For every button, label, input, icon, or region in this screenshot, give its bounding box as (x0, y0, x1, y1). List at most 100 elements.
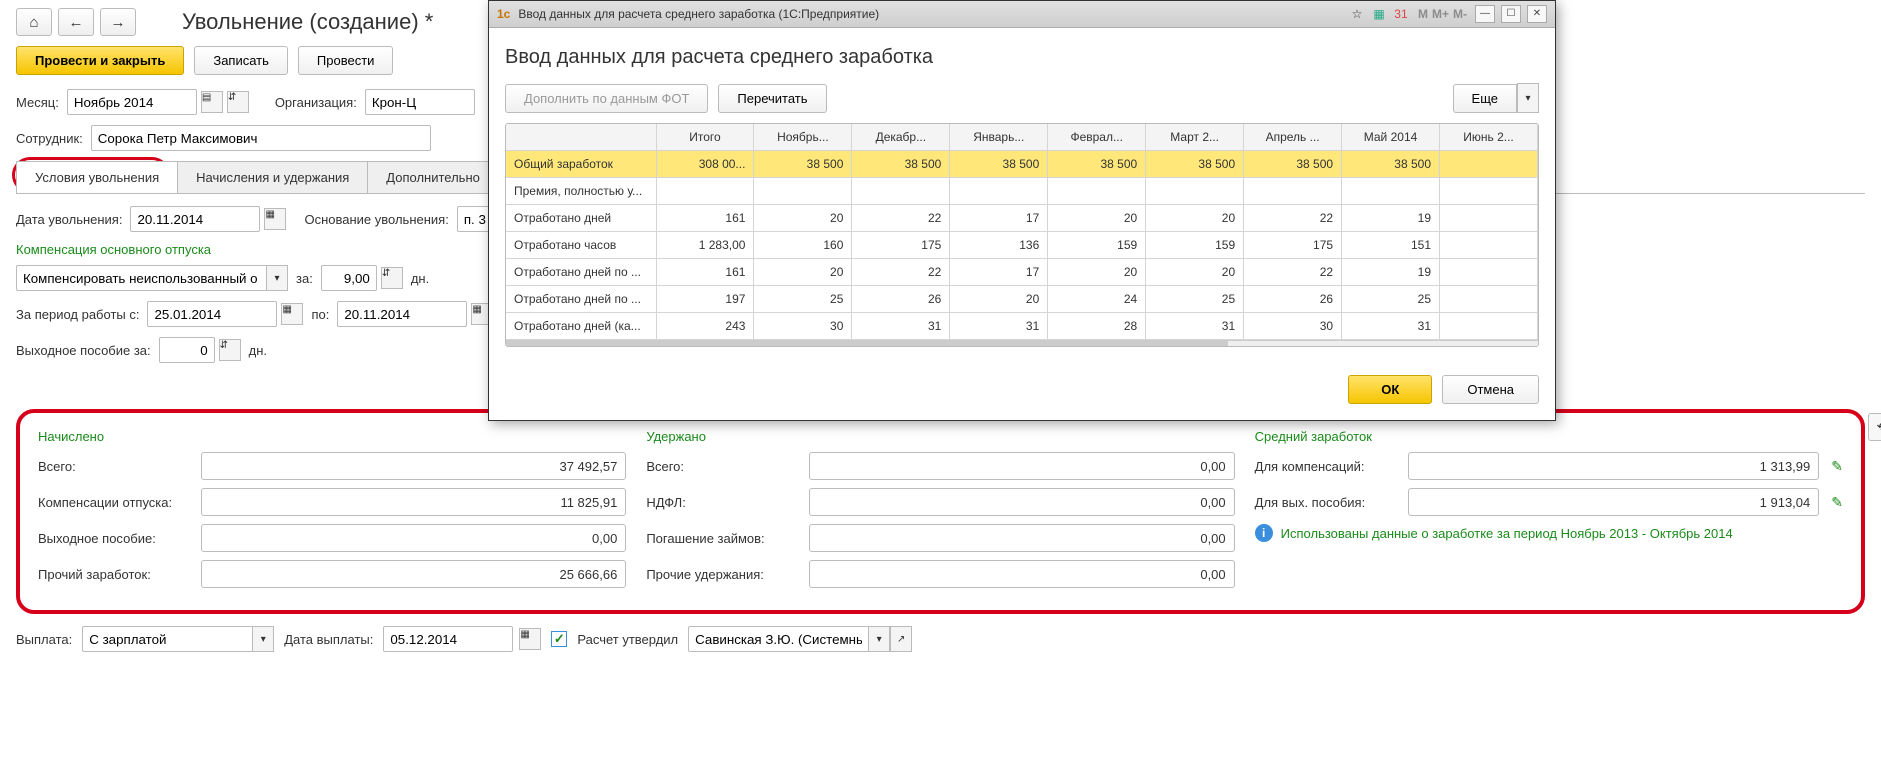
table-cell[interactable]: 20 (754, 205, 852, 232)
table-cell[interactable]: 38 500 (1048, 151, 1146, 178)
table-cell[interactable] (754, 178, 852, 205)
table-cell[interactable]: 161 (656, 259, 754, 286)
table-cell[interactable] (1342, 178, 1440, 205)
approved-by-dropdown[interactable]: ▾ (868, 626, 890, 652)
table-cell[interactable]: 20 (1146, 205, 1244, 232)
cancel-button[interactable]: Отмена (1442, 375, 1539, 404)
period-from-input[interactable] (147, 301, 277, 327)
table-cell[interactable]: 161 (656, 205, 754, 232)
dismiss-date-picker[interactable]: ▦ (264, 208, 286, 230)
table-cell[interactable]: 308 00... (656, 151, 754, 178)
home-button[interactable]: ⌂ (16, 8, 52, 36)
table-cell[interactable]: 26 (852, 286, 950, 313)
table-cell[interactable] (852, 178, 950, 205)
table-row[interactable]: Отработано дней (ка...24330313128313031 (506, 313, 1538, 340)
paydate-picker[interactable]: ▦ (519, 628, 541, 650)
approved-checkbox[interactable]: ✓ (551, 631, 567, 647)
table-cell[interactable]: 20 (1048, 259, 1146, 286)
period-to-input[interactable] (337, 301, 467, 327)
table-cell[interactable]: 20 (1146, 259, 1244, 286)
table-cell[interactable] (1440, 286, 1538, 313)
table-cell[interactable]: 38 500 (1244, 151, 1342, 178)
more-button[interactable]: Еще (1453, 84, 1517, 113)
severance-days-stepper[interactable]: ⇵ (219, 339, 241, 361)
table-column-header[interactable]: Июнь 2... (1440, 124, 1538, 151)
tab-conditions[interactable]: Условия увольнения (16, 161, 178, 193)
table-cell[interactable]: 24 (1048, 286, 1146, 313)
table-column-header[interactable]: Март 2... (1146, 124, 1244, 151)
table-cell[interactable]: 1 283,00 (656, 232, 754, 259)
table-cell[interactable]: 159 (1146, 232, 1244, 259)
table-cell[interactable]: 151 (1342, 232, 1440, 259)
table-cell[interactable] (1146, 178, 1244, 205)
dismiss-date-input[interactable] (130, 206, 260, 232)
month-step-up[interactable]: ⇵ (227, 91, 249, 113)
close-button[interactable]: ✕ (1527, 5, 1547, 23)
back-button[interactable]: ← (58, 8, 94, 36)
month-input[interactable] (67, 89, 197, 115)
table-cell[interactable]: 22 (1244, 205, 1342, 232)
table-row[interactable]: Премия, полностью у... (506, 178, 1538, 205)
table-cell[interactable]: 38 500 (1146, 151, 1244, 178)
table-cell[interactable]: 22 (1244, 259, 1342, 286)
month-stepper[interactable]: ▤ (201, 91, 223, 113)
fill-from-fot-button[interactable]: Дополнить по данным ФОТ (505, 84, 708, 113)
payment-dropdown[interactable]: ▾ (252, 626, 274, 652)
table-cell[interactable] (1440, 259, 1538, 286)
table-cell[interactable]: 19 (1342, 205, 1440, 232)
table-column-header[interactable]: Апрель ... (1244, 124, 1342, 151)
table-cell[interactable]: 38 500 (754, 151, 852, 178)
table-cell[interactable]: 31 (950, 313, 1048, 340)
table-cell[interactable]: 159 (1048, 232, 1146, 259)
approved-by-open[interactable]: ↗ (890, 626, 912, 652)
reread-button[interactable]: Перечитать (718, 84, 826, 113)
compensation-mode-dropdown[interactable]: ▾ (266, 265, 288, 291)
tab-additional[interactable]: Дополнительно (367, 161, 499, 193)
table-cell[interactable] (1440, 232, 1538, 259)
table-horizontal-scrollbar[interactable] (506, 340, 1538, 346)
table-cell[interactable]: 136 (950, 232, 1048, 259)
table-cell[interactable]: 20 (754, 259, 852, 286)
table-row[interactable]: Отработано дней по ...19725262024252625 (506, 286, 1538, 313)
post-button[interactable]: Провести (298, 46, 394, 75)
table-cell[interactable] (950, 178, 1048, 205)
table-cell[interactable]: 30 (754, 313, 852, 340)
table-cell[interactable] (1440, 205, 1538, 232)
table-cell[interactable]: 197 (656, 286, 754, 313)
table-cell[interactable] (1440, 151, 1538, 178)
table-cell[interactable]: 22 (852, 205, 950, 232)
minimize-button[interactable]: — (1475, 5, 1495, 23)
forward-button[interactable]: → (100, 8, 136, 36)
table-cell[interactable] (1440, 313, 1538, 340)
table-cell[interactable]: 28 (1048, 313, 1146, 340)
table-cell[interactable]: 20 (1048, 205, 1146, 232)
paydate-input[interactable] (383, 626, 513, 652)
table-cell[interactable]: 22 (852, 259, 950, 286)
table-cell[interactable]: 175 (1244, 232, 1342, 259)
table-column-header[interactable]: Феврал... (1048, 124, 1146, 151)
table-cell[interactable]: 31 (1342, 313, 1440, 340)
table-cell[interactable]: 38 500 (852, 151, 950, 178)
table-column-header[interactable]: Декабр... (852, 124, 950, 151)
calendar-icon[interactable]: 31 (1392, 5, 1410, 23)
table-cell[interactable]: 175 (852, 232, 950, 259)
table-column-header[interactable]: Январь... (950, 124, 1048, 151)
more-dropdown[interactable]: ▾ (1517, 83, 1539, 113)
severance-days-input[interactable] (159, 337, 215, 363)
table-cell[interactable]: 243 (656, 313, 754, 340)
table-column-header[interactable]: Ноябрь... (754, 124, 852, 151)
approved-by-input[interactable] (688, 626, 868, 652)
table-cell[interactable]: 31 (1146, 313, 1244, 340)
mem-m-plus[interactable]: M+ (1432, 7, 1449, 21)
employee-input[interactable] (91, 125, 431, 151)
table-cell[interactable]: 20 (950, 286, 1048, 313)
table-cell[interactable] (1440, 178, 1538, 205)
table-row[interactable]: Отработано часов1 283,001601751361591591… (506, 232, 1538, 259)
table-cell[interactable] (1244, 178, 1342, 205)
refresh-button[interactable]: ⟲ (1868, 413, 1881, 441)
save-button[interactable]: Записать (194, 46, 288, 75)
post-and-close-button[interactable]: Провести и закрыть (16, 46, 184, 75)
table-cell[interactable]: 31 (852, 313, 950, 340)
table-cell[interactable]: 30 (1244, 313, 1342, 340)
calculator-icon[interactable]: ▦ (1370, 5, 1388, 23)
